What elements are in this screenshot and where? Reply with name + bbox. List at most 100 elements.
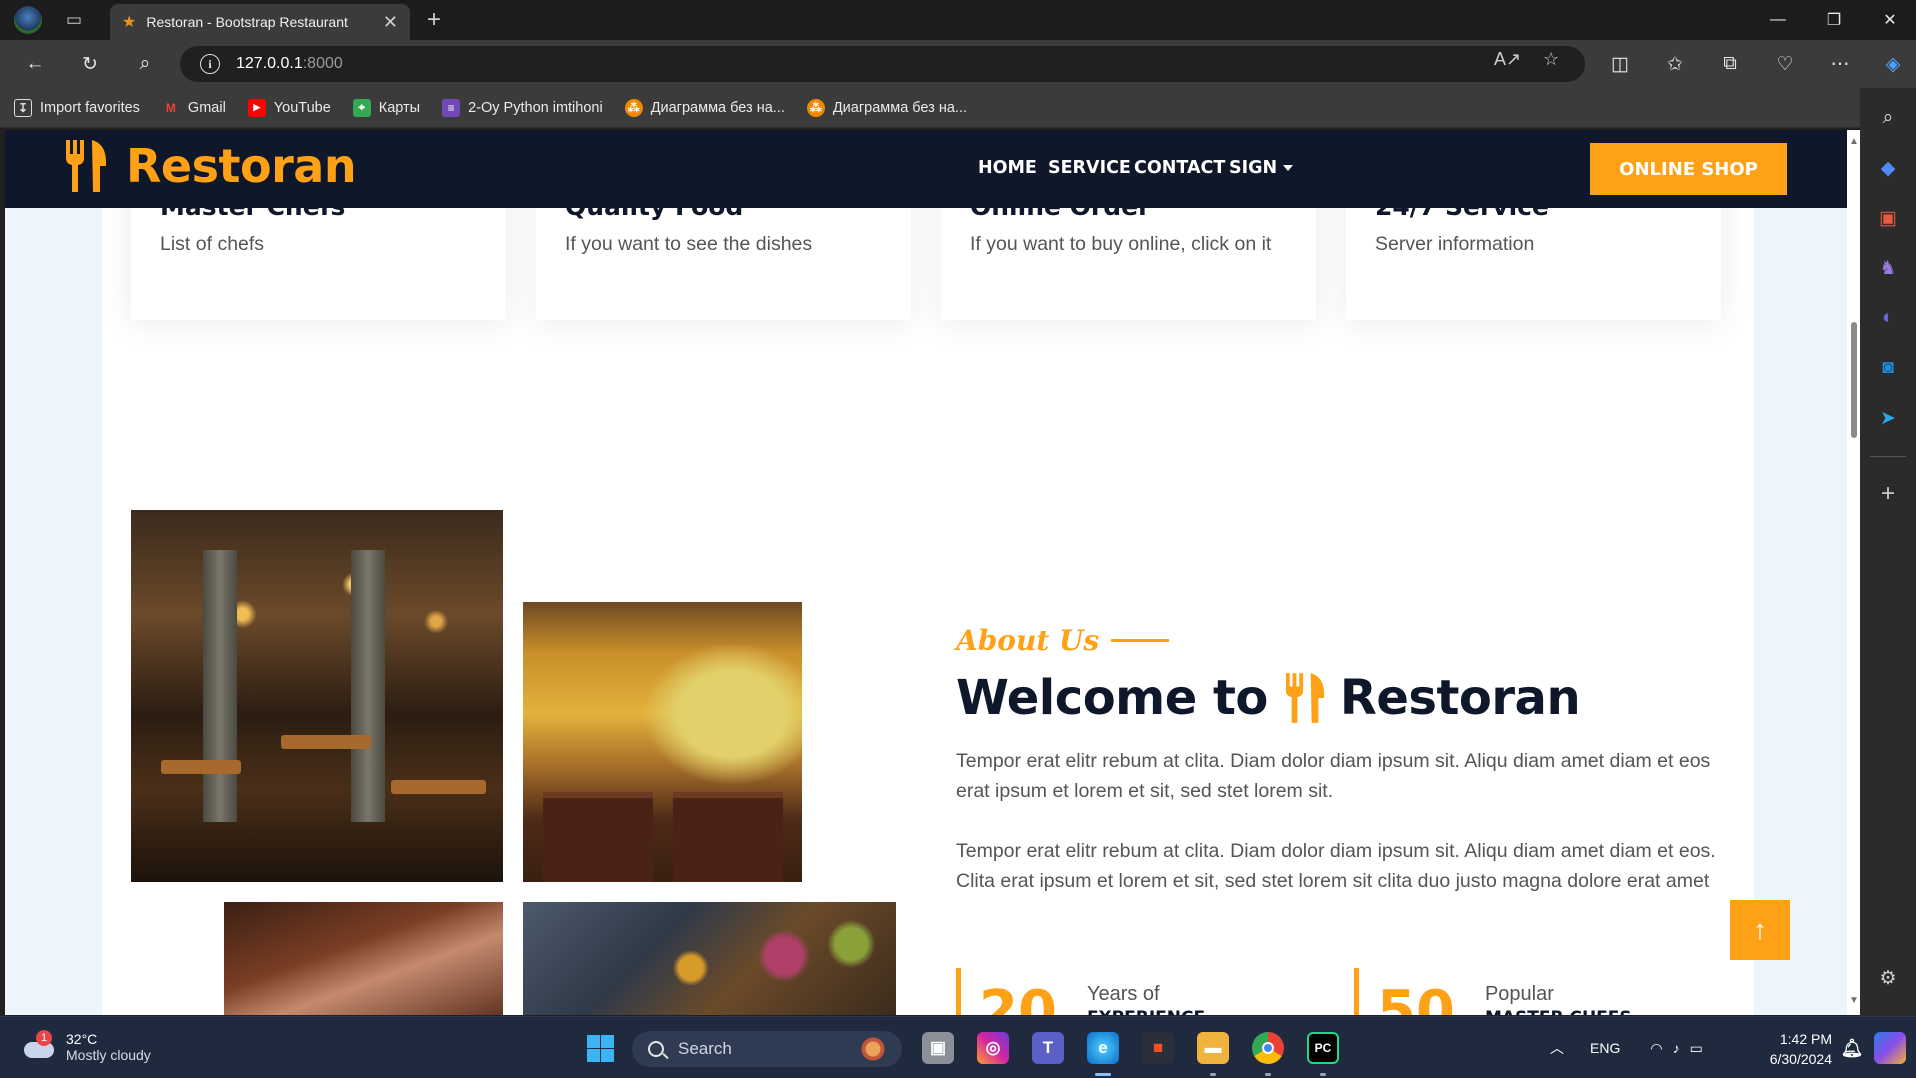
tools-icon[interactable]: ▣ [1874,204,1902,232]
url-port: :8000 [302,55,343,72]
notification-bell-icon[interactable]: 🔔︎ [1836,1032,1868,1064]
arrow-up-icon: ↑ [1753,914,1767,945]
bookmark-maps[interactable]: ⌖ Карты [352,98,420,117]
browser-essentials-icon[interactable]: ♡ [1770,49,1800,79]
read-aloud-icon[interactable]: A↗ [1494,49,1521,70]
stat-label: Years ofEXPERIENCE [1087,982,1205,1015]
microsoft-store-icon[interactable]: ■ [1142,1032,1174,1064]
send-icon[interactable]: ➤ [1874,404,1902,432]
restore-icon[interactable]: ❐ [1806,0,1862,40]
brand-name: Restoran [126,139,357,193]
favorites-icon[interactable]: ✩ [1660,49,1690,79]
stat-number: 50 [1377,979,1455,1016]
nav-contact[interactable]: CONTACT [1134,158,1225,178]
copilot-icon[interactable]: ◈ [1878,49,1908,79]
weather-widget[interactable]: 1 32°C Mostly cloudy [22,1030,151,1063]
nav-service[interactable]: SERVICE [1048,158,1131,178]
more-menu-icon[interactable]: ⋯ [1825,49,1855,79]
about-us-tag: About Us [956,624,1170,657]
search-icon[interactable]: ⌕ [130,49,160,79]
bookmark-diagram-2[interactable]: ⁂ Диаграмма без на... [806,98,967,117]
teams-icon[interactable]: T [1032,1032,1064,1064]
stat-bar [1354,968,1359,1015]
service-text: Server information [1375,233,1535,255]
address-bar[interactable]: i 127.0.0.1:8000 [180,46,1585,82]
new-tab-icon[interactable]: + [420,6,448,34]
browser-toolbar: ← ↻ ⌕ i 127.0.0.1:8000 A↗ ☆ ◫ ✩ ⧉ ♡ ⋯ ◈ [0,40,1916,88]
add-sidebar-app-icon[interactable]: + [1874,480,1902,508]
profile-avatar[interactable] [14,6,42,34]
shopping-tag-icon[interactable]: ◆ [1874,154,1902,182]
games-icon[interactable]: ♞ [1874,254,1902,282]
minimize-icon[interactable]: — [1750,0,1806,40]
instagram-icon[interactable]: ◎ [977,1032,1009,1064]
about-paragraph-2: Tempor erat elitr rebum at clita. Diam d… [956,840,1716,892]
outlook-icon[interactable]: ◙ [1874,354,1902,382]
online-shop-button[interactable]: ONLINE SHOP [1590,143,1787,195]
clock-time: 1:42 PM [1779,1031,1832,1047]
utensils-icon [1285,673,1324,723]
bookmark-diagram-1[interactable]: ⁂ Диаграмма без на... [624,98,785,117]
about-tag-label: About Us [956,624,1100,657]
bookmark-label: Import favorites [40,99,140,116]
windows-taskbar: 1 32°C Mostly cloudy Search ▣ ◎ T e ■ ▬ … [0,1016,1916,1078]
split-screen-icon[interactable]: ◫ [1605,49,1635,79]
close-tab-icon[interactable]: ✕ [383,12,398,33]
nav-sign-label: SIGN [1229,158,1278,178]
back-icon[interactable]: ← [20,49,50,79]
service-text: If you want to buy online, click on it [970,233,1272,255]
wifi-icon[interactable]: ◠ [1650,1040,1662,1057]
maps-icon: ⌖ [352,98,371,117]
copilot-taskbar-icon[interactable] [1874,1032,1906,1064]
sidebar-settings-icon[interactable]: ⚙ [1874,964,1902,992]
task-view-icon[interactable]: ▣ [922,1032,954,1064]
nav-home[interactable]: HOME [978,158,1037,178]
page-scrollbar[interactable] [1847,130,1860,1015]
battery-icon[interactable]: ▭ [1690,1040,1703,1057]
refresh-icon[interactable]: ↻ [75,49,105,79]
scroll-down-arrow-icon[interactable]: ▼ [1849,996,1859,1006]
pycharm-icon[interactable]: PC [1307,1032,1339,1064]
site-info-icon[interactable]: i [200,54,220,74]
star-favicon-icon: ★ [122,14,137,31]
windows-start-icon[interactable] [584,1032,616,1064]
scrollbar-thumb[interactable] [1851,322,1857,438]
close-window-icon[interactable]: ✕ [1862,0,1916,40]
about-paragraph-1: Tempor erat elitr rebum at clita. Diam d… [956,750,1711,802]
brand-logo[interactable]: Restoran [64,139,357,193]
tab-actions-icon[interactable]: ▭ [60,6,88,34]
language-indicator[interactable]: ENG [1590,1040,1620,1056]
nav-sign-dropdown[interactable]: SIGN [1229,158,1294,178]
youtube-icon: ▶ [247,98,266,117]
active-tab[interactable]: ★ Restoran - Bootstrap Restaurant ✕ [110,4,410,40]
file-explorer-icon[interactable]: ▬ [1197,1032,1229,1064]
page-viewport: Master Chefs List of chefs Quality Food … [5,130,1847,1015]
chrome-icon[interactable] [1252,1032,1284,1064]
about-title: Welcome to Restoran [956,670,1581,726]
bookmark-label: YouTube [273,99,331,116]
favorite-star-icon[interactable]: ☆ [1543,49,1559,70]
bookmark-label: 2-Oy Python imtihoni [468,99,603,116]
browser-tab-strip: ▭ ★ Restoran - Bootstrap Restaurant ✕ + … [0,0,1916,40]
sidebar-search-icon[interactable]: ⌕ [1874,104,1902,132]
bookmark-import-favorites[interactable]: ↧ Import favorites [14,98,140,117]
collections-icon[interactable]: ⧉ [1715,49,1745,79]
chevron-up-icon[interactable]: ︿ [1550,1038,1564,1058]
bookmark-gmail[interactable]: M Gmail [162,99,226,117]
stat-experience: 20 Years ofEXPERIENCE [956,968,1205,1015]
copilot-app-icon[interactable]: ◐ [1874,304,1902,332]
volume-icon[interactable]: ♪ [1673,1040,1680,1056]
back-to-top-button[interactable]: ↑ [1730,900,1790,960]
import-icon: ↧ [14,98,32,117]
bookmark-python-exam[interactable]: ≡ 2-Oy Python imtihoni [442,98,603,117]
tag-underline [1111,639,1170,642]
scroll-up-arrow-icon[interactable]: ▲ [1849,137,1859,147]
taskbar-search[interactable]: Search [632,1031,902,1067]
edge-icon[interactable]: e [1087,1032,1119,1064]
bookmark-youtube[interactable]: ▶ YouTube [247,98,331,117]
clock[interactable]: 1:42 PM 6/30/2024 [1752,1029,1832,1069]
search-highlight-icon [858,1037,888,1061]
about-title-brand: Restoran [1339,670,1581,726]
stat-label-text: Popular [1484,983,1554,1005]
restaurant-interior-photo-1 [131,510,503,882]
